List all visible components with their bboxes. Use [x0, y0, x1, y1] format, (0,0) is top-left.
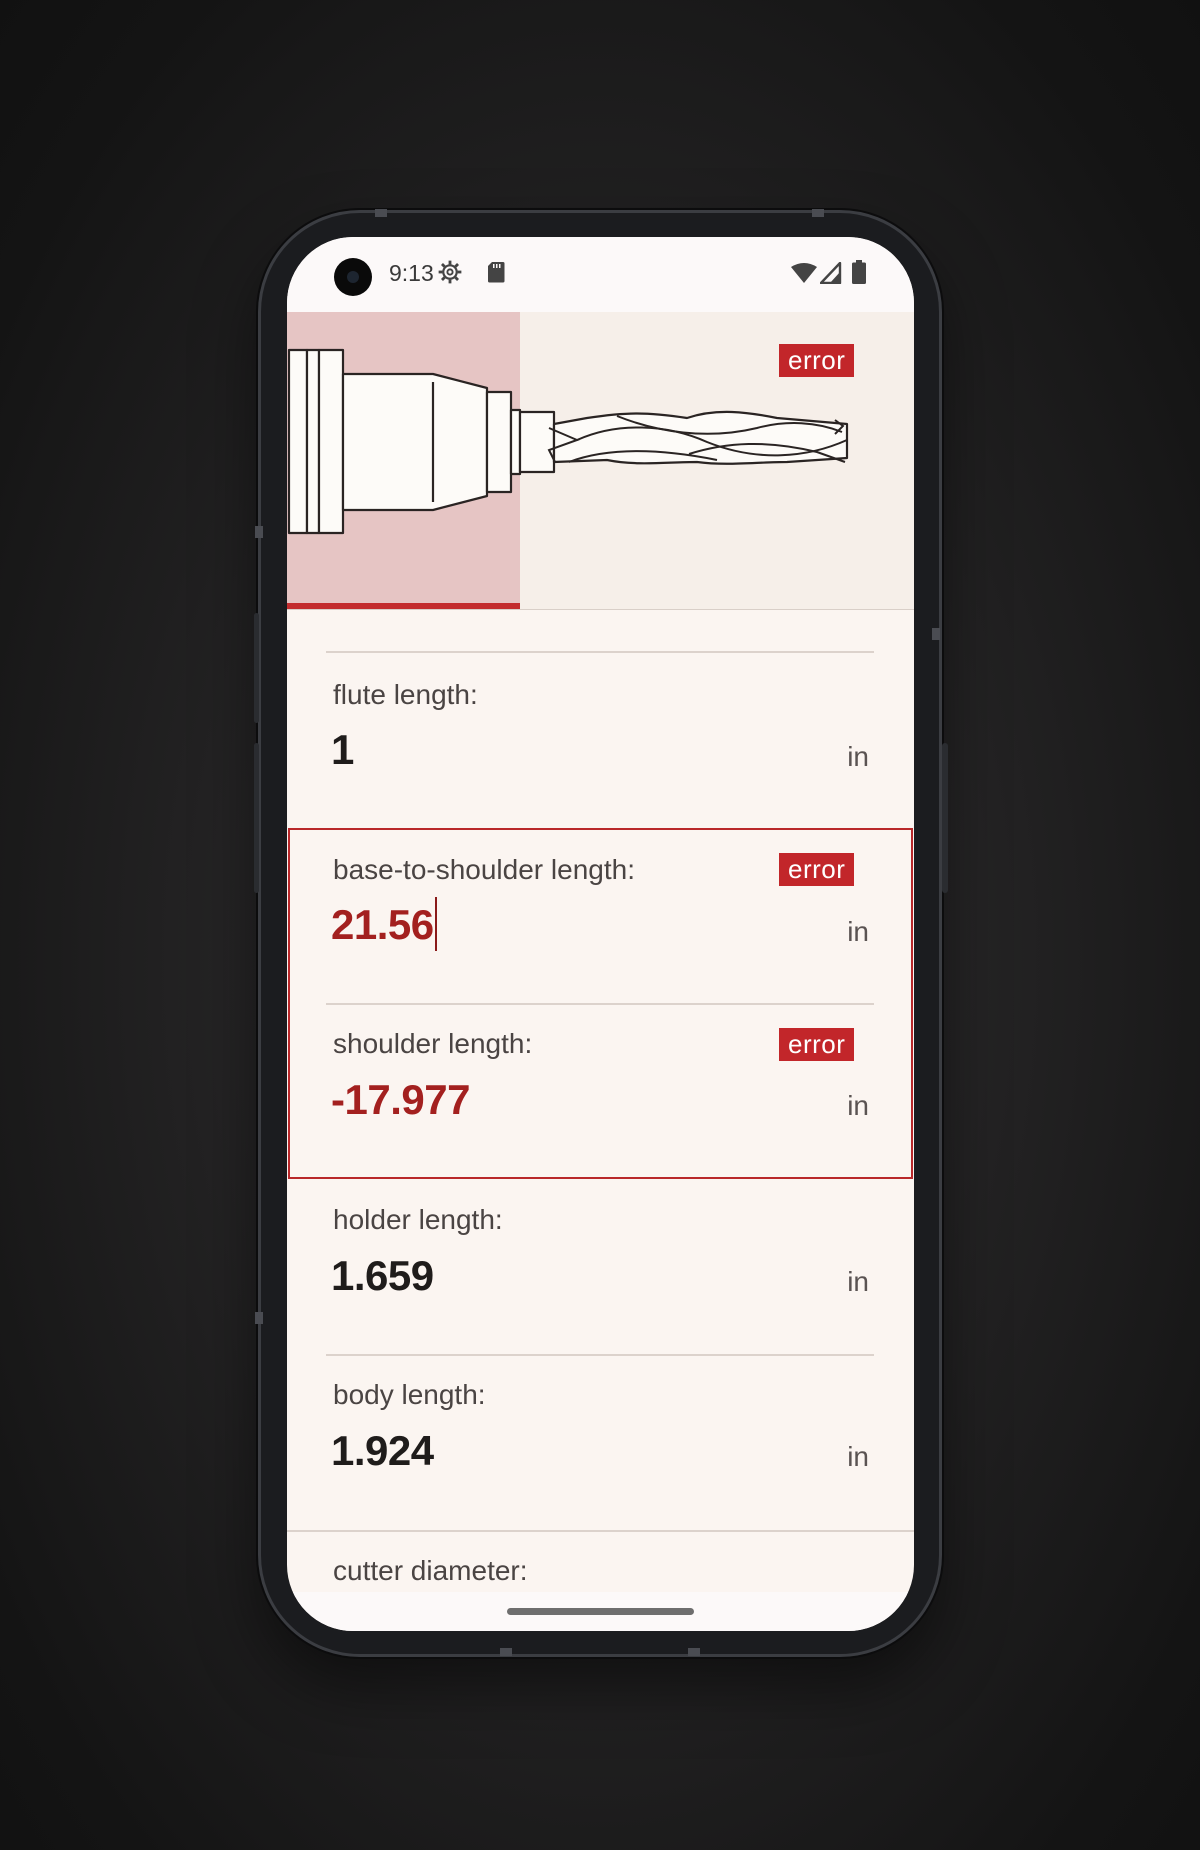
- field-value-input[interactable]: 1: [331, 726, 354, 774]
- home-gesture-handle[interactable]: [507, 1608, 694, 1615]
- error-badge: error: [779, 344, 855, 377]
- error-badge: error: [779, 1028, 855, 1061]
- wifi-icon: [790, 262, 818, 289]
- divider: [287, 609, 914, 610]
- field-label: holder length:: [333, 1204, 503, 1235]
- text-cursor: [434, 896, 437, 951]
- antenna-line: [255, 1312, 263, 1324]
- field-label: base-to-shoulder length:: [333, 854, 635, 885]
- antenna-line: [500, 1648, 512, 1656]
- status-bar: 9:13: [287, 237, 914, 312]
- field-shoulder-length[interactable]: shoulder length: error -17.977 in: [287, 1004, 914, 1179]
- field-holder-length[interactable]: holder length: 1.659 in: [287, 1180, 914, 1355]
- volume-down-button: [254, 743, 259, 893]
- volume-up-button: [254, 613, 259, 723]
- field-label: shoulder length:: [333, 1028, 533, 1059]
- field-label: body length:: [333, 1379, 486, 1410]
- field-label: cutter diameter:: [333, 1555, 528, 1586]
- tool-illustration-panel: error: [287, 312, 914, 610]
- phone-screen: 9:13 error flute length: 1 in base-to-sh…: [287, 237, 914, 1631]
- battery-icon: [852, 260, 866, 289]
- field-label: flute length:: [333, 679, 478, 710]
- navigation-bar: [287, 1592, 914, 1631]
- sd-card-icon: [487, 261, 505, 288]
- antenna-line: [812, 209, 824, 217]
- field-value-input[interactable]: 21.56: [331, 896, 437, 951]
- field-unit: in: [847, 1441, 869, 1472]
- field-value-input[interactable]: 1.924: [331, 1427, 434, 1475]
- status-time: 9:13: [389, 260, 434, 286]
- antenna-line: [255, 526, 263, 538]
- field-unit: in: [847, 916, 869, 947]
- field-base-to-shoulder-length[interactable]: base-to-shoulder length: error 21.56 in: [287, 828, 914, 1003]
- field-flute-length[interactable]: flute length: 1 in: [287, 653, 914, 828]
- error-badge: error: [779, 853, 855, 886]
- antenna-line: [375, 209, 387, 217]
- power-button: [942, 743, 948, 893]
- field-body-length[interactable]: body length: 1.924 in: [287, 1355, 914, 1530]
- gear-icon: [437, 259, 463, 290]
- antenna-line: [688, 1648, 700, 1656]
- field-unit: in: [847, 741, 869, 772]
- field-value-input[interactable]: 1.659: [331, 1252, 434, 1300]
- field-unit: in: [847, 1266, 869, 1297]
- front-camera: [334, 258, 372, 296]
- field-unit: in: [847, 1090, 869, 1121]
- antenna-line: [932, 628, 940, 640]
- signal-icon: [819, 261, 842, 289]
- field-value-input[interactable]: -17.977: [331, 1076, 470, 1124]
